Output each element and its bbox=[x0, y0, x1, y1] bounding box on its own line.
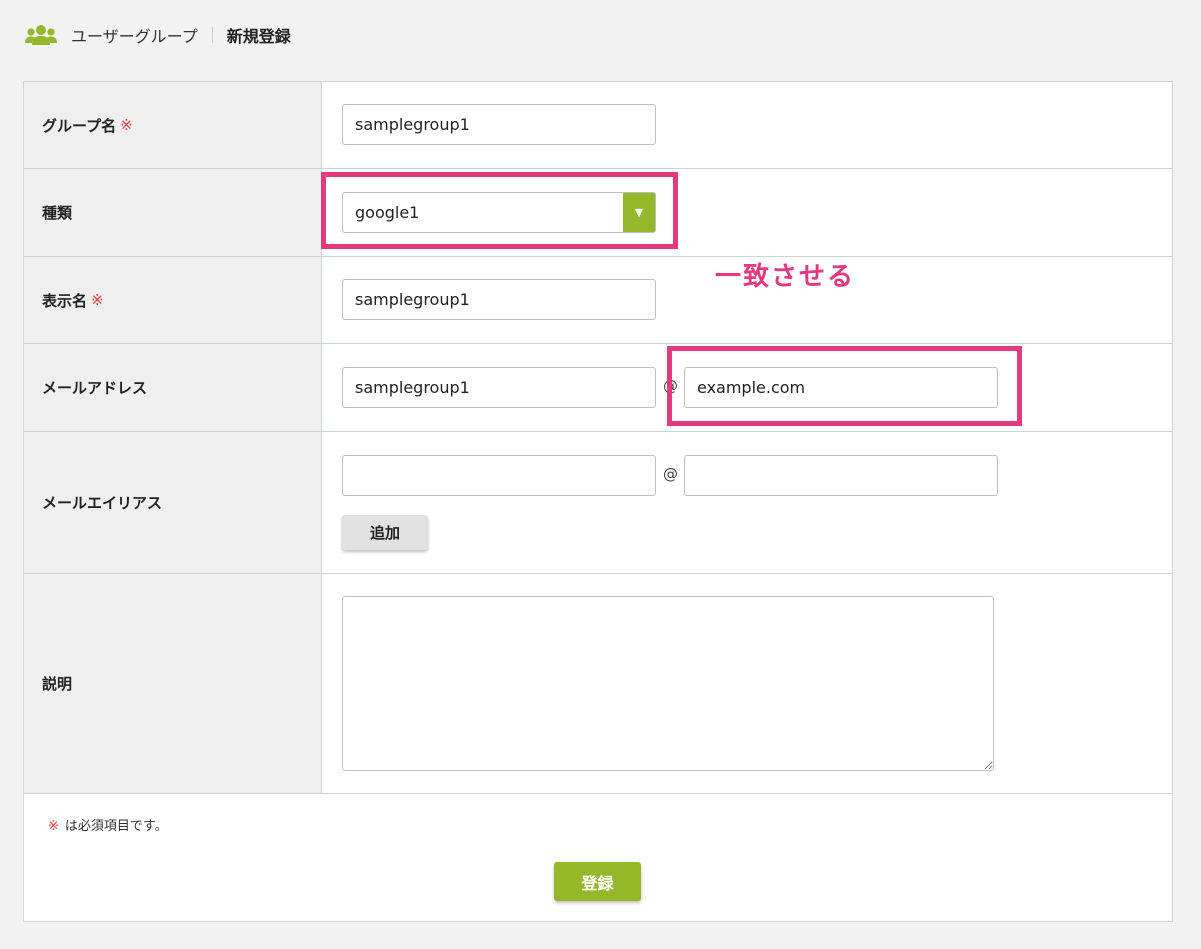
breadcrumb: ユーザーグループ 新規登録 bbox=[25, 22, 291, 48]
display-name-input[interactable] bbox=[342, 279, 656, 320]
group-name-label-text: グループ名 bbox=[42, 116, 117, 135]
annotation-text: 一致させる bbox=[715, 262, 856, 292]
highlight-domain-box bbox=[667, 346, 1022, 426]
group-name-input[interactable] bbox=[342, 104, 656, 145]
required-mark: ※ bbox=[91, 291, 104, 309]
alias-local-input[interactable] bbox=[342, 455, 656, 496]
row-group-name: グループ名 ※ bbox=[24, 82, 1172, 169]
email-label: メールアドレス bbox=[24, 344, 322, 431]
required-note: ※ は必須項目です。 bbox=[48, 815, 168, 834]
email-local-input[interactable] bbox=[342, 367, 656, 408]
breadcrumb-divider bbox=[211, 27, 213, 43]
required-note-text: は必須項目です。 bbox=[64, 819, 168, 834]
breadcrumb-section[interactable]: ユーザーグループ bbox=[71, 23, 198, 47]
description-label-text: 説明 bbox=[42, 675, 73, 693]
display-name-label-text: 表示名 bbox=[42, 291, 88, 310]
row-description: 説明 bbox=[24, 574, 1172, 794]
type-label-text: 種類 bbox=[42, 204, 73, 222]
type-label: 種類 bbox=[24, 169, 322, 256]
display-name-label: 表示名 ※ bbox=[24, 257, 322, 343]
email-label-text: メールアドレス bbox=[42, 379, 148, 397]
required-note-mark: ※ bbox=[48, 819, 59, 834]
description-label: 説明 bbox=[24, 574, 322, 793]
users-icon bbox=[25, 25, 57, 45]
alias-domain-input[interactable] bbox=[684, 455, 998, 496]
register-button[interactable]: 登録 bbox=[554, 862, 641, 901]
row-display-name: 表示名 ※ bbox=[24, 257, 1172, 344]
group-name-label: グループ名 ※ bbox=[24, 82, 322, 168]
highlight-type-box bbox=[321, 172, 678, 249]
description-textarea[interactable] bbox=[342, 596, 994, 771]
alias-label: メールエイリアス bbox=[24, 432, 322, 573]
alias-label-text: メールエイリアス bbox=[42, 494, 163, 512]
add-alias-button[interactable]: 追加 bbox=[342, 515, 428, 550]
alias-at-sign: @ bbox=[663, 465, 678, 483]
page-title: 新規登録 bbox=[226, 27, 291, 46]
required-mark: ※ bbox=[120, 116, 133, 134]
row-mail-alias: メールエイリアス @ 追加 bbox=[24, 432, 1172, 574]
